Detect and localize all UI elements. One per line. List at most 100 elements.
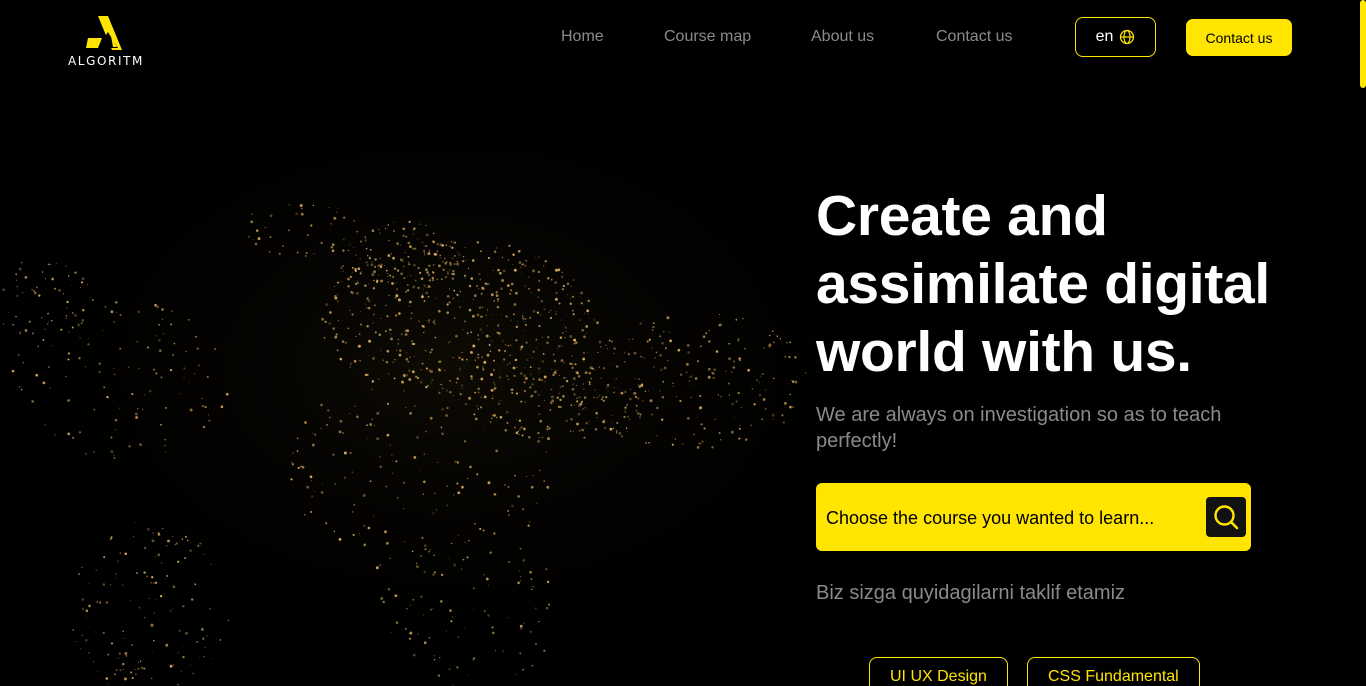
city-light-dot [661, 341, 664, 345]
city-light-dot [178, 629, 181, 632]
city-light-dot [227, 619, 230, 622]
search-button[interactable] [1206, 497, 1246, 537]
city-light-dot [396, 497, 399, 499]
city-light-dot [45, 278, 47, 280]
course-chip-ui-ux[interactable]: UI UX Design [869, 657, 1008, 686]
city-light-dot [288, 204, 291, 206]
city-light-dot [71, 326, 74, 329]
nav-course-map[interactable]: Course map [664, 28, 751, 46]
city-light-dot [543, 265, 545, 267]
city-light-dot [563, 376, 566, 380]
city-light-dot [650, 413, 653, 416]
course-search-bar [816, 483, 1251, 551]
city-light-dot [114, 418, 118, 422]
city-light-dot [596, 321, 599, 324]
city-light-dot [468, 284, 472, 288]
course-search-input[interactable] [826, 505, 1206, 531]
city-light-dot [433, 654, 436, 657]
city-light-dot [161, 527, 164, 530]
city-light-dot [134, 412, 138, 416]
city-light-dot [489, 336, 491, 338]
city-light-dot [515, 392, 518, 395]
city-light-dot [659, 353, 663, 357]
contact-us-button[interactable]: Contact us [1186, 19, 1292, 56]
city-light-dot [555, 369, 558, 372]
city-light-dot [408, 378, 412, 381]
city-light-dot [516, 320, 518, 322]
city-light-dot [154, 599, 156, 601]
city-light-dot [516, 418, 518, 420]
city-light-dot [532, 269, 536, 273]
city-light-dot [532, 586, 534, 588]
city-light-dot [183, 367, 186, 370]
city-light-dot [182, 655, 185, 659]
city-light-dot [309, 475, 313, 479]
city-light-dot [95, 569, 97, 571]
city-light-dot [586, 309, 589, 311]
city-light-dot [378, 264, 381, 267]
city-light-dot [535, 346, 537, 348]
city-light-dot [422, 493, 424, 495]
city-light-dot [399, 258, 403, 262]
city-light-dot [81, 277, 85, 281]
city-light-dot [700, 345, 702, 347]
city-light-dot [682, 443, 684, 445]
city-light-dot [764, 408, 767, 410]
nav-contact-us[interactable]: Contact us [936, 28, 1012, 46]
city-light-dot [304, 514, 306, 516]
nav-about-us[interactable]: About us [811, 28, 874, 46]
city-light-dot [458, 253, 461, 256]
city-light-dot [521, 315, 524, 317]
city-light-dot [151, 650, 153, 652]
city-light-dot [357, 267, 361, 271]
city-light-dot [18, 331, 22, 334]
city-light-dot [453, 563, 457, 567]
city-light-dot [529, 386, 532, 389]
city-light-dot [411, 550, 414, 553]
city-light-dot [500, 315, 502, 316]
city-light-dot [467, 267, 470, 270]
city-light-dot [462, 558, 465, 561]
city-light-dot [569, 335, 573, 338]
city-light-dot [485, 334, 489, 338]
nav-home[interactable]: Home [561, 28, 604, 46]
city-light-dot [376, 437, 380, 441]
city-light-dot [384, 530, 387, 534]
city-light-dot [340, 280, 342, 283]
city-light-dot [135, 571, 139, 575]
city-light-dot [538, 378, 541, 381]
city-light-dot [554, 281, 558, 284]
scrollbar-thumb[interactable] [1360, 0, 1366, 88]
city-light-dot [358, 344, 360, 346]
language-selector[interactable]: en [1075, 17, 1156, 57]
city-light-dot [561, 276, 563, 278]
city-light-dot [429, 549, 431, 551]
city-light-dot [461, 485, 464, 489]
language-label: en [1095, 28, 1114, 45]
city-light-dot [507, 378, 509, 380]
city-light-dot [18, 385, 21, 389]
city-light-dot [549, 316, 553, 320]
city-light-dot [491, 626, 494, 629]
city-light-dot [47, 312, 50, 315]
city-light-dot [638, 378, 640, 380]
city-light-dot [394, 266, 396, 268]
city-light-dot [449, 379, 451, 382]
city-light-dot [659, 335, 662, 338]
course-chip-css[interactable]: CSS Fundamental [1027, 657, 1200, 686]
city-light-dot [461, 387, 464, 389]
city-light-dot [700, 443, 702, 445]
city-light-dot [474, 522, 476, 525]
city-light-dot [349, 244, 351, 246]
city-light-dot [627, 352, 631, 356]
brand-logo[interactable]: ALGORITM [66, 14, 148, 70]
city-light-dot [282, 245, 284, 247]
city-light-dot [532, 350, 535, 354]
city-light-dot [451, 257, 454, 260]
city-light-dot [761, 373, 764, 375]
city-light-dot [131, 644, 133, 646]
city-light-dot [438, 656, 441, 659]
city-light-dot [82, 308, 85, 312]
city-light-dot [741, 406, 742, 408]
city-light-dot [404, 333, 408, 336]
